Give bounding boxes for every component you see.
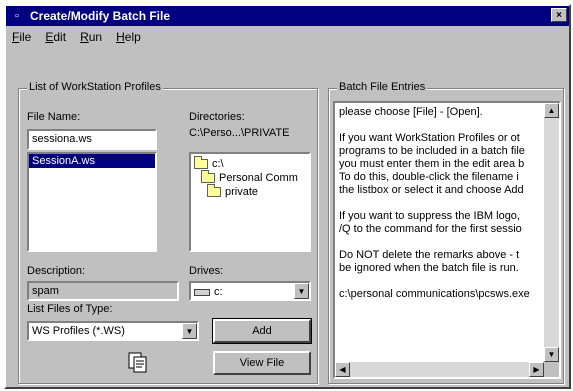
view-file-button[interactable]: View File (213, 351, 311, 375)
dir-item-private[interactable]: private (191, 184, 309, 199)
dir-item-personal[interactable]: Personal Comm (191, 170, 309, 185)
drives-dropdown[interactable]: c: ▼ (189, 281, 311, 301)
profiles-group-title: List of WorkStation Profiles (27, 81, 163, 93)
scroll-up-icon[interactable]: ▲ (544, 103, 559, 118)
scroll-left-icon[interactable]: ◀ (335, 362, 350, 377)
file-type-dropdown[interactable]: WS Profiles (*.WS) ▼ (27, 321, 199, 341)
batch-document-icon (128, 352, 147, 373)
directories-path: C:\Perso...\PRIVATE (189, 127, 290, 139)
entry-line (335, 119, 544, 132)
chevron-down-icon[interactable]: ▼ (182, 323, 197, 339)
open-folder-icon (207, 184, 221, 197)
dir-item-label: private (225, 186, 259, 198)
entry-line: the listbox or select it and choose Add (339, 184, 524, 196)
title-bar[interactable]: ▫ Create/Modify Batch File × (6, 6, 569, 26)
add-button[interactable]: Add (212, 318, 312, 344)
file-name-label: File Name: (27, 111, 81, 123)
drives-label: Drives: (189, 265, 224, 277)
file-type-label: List Files of Type: (27, 303, 113, 315)
description-value: spam (32, 285, 59, 297)
drive-selected: c: (191, 283, 309, 299)
entry-line (335, 275, 544, 288)
file-list[interactable]: SessionA.ws (27, 152, 157, 252)
file-name-value: sessiona.ws (32, 133, 92, 145)
description-field: spam (27, 281, 179, 301)
entry-line: you must enter them in the edit area b (339, 158, 525, 170)
entry-line: c:\personal communications\pcsws.exe (339, 288, 530, 300)
window-title: Create/Modify Batch File (30, 9, 171, 23)
drive-value: c: (214, 286, 223, 298)
entry-line: To do this, double-click the filename i (339, 171, 519, 183)
open-folder-icon (194, 156, 208, 169)
entry-line: If you want to suppress the IBM logo, (339, 210, 520, 222)
chevron-down-icon[interactable]: ▼ (294, 283, 309, 299)
dir-item-label: Personal Comm (219, 172, 298, 184)
hard-drive-icon (194, 288, 210, 296)
directories-label: Directories: (189, 111, 245, 123)
vertical-scrollbar[interactable]: ▲ ▼ (544, 103, 559, 362)
scrollbar-corner (544, 362, 559, 377)
profiles-group: List of WorkStation Profiles File Name: … (18, 81, 318, 384)
entry-line: If you want WorkStation Profiles or ot (339, 132, 520, 144)
batch-file-window: ▫ Create/Modify Batch File × File Edit R… (4, 4, 571, 389)
menu-run[interactable]: Run (80, 30, 102, 44)
batch-entries-editor[interactable]: please choose [File] - [Open]. If you wa… (333, 101, 561, 379)
batch-entries-group: Batch File Entries please choose [File] … (328, 81, 564, 384)
entry-line: /Q to the command for the first sessio (339, 223, 522, 235)
entry-line: programs to be included in a batch file (339, 145, 525, 157)
directory-tree[interactable]: c:\ Personal Comm private (189, 152, 311, 252)
batch-entries-text: please choose [File] - [Open]. If you wa… (335, 103, 544, 301)
file-name-input[interactable]: sessiona.ws (27, 129, 157, 150)
dir-item-root[interactable]: c:\ (191, 156, 309, 171)
file-list-item[interactable]: SessionA.ws (29, 154, 155, 168)
entry-line: be ignored when the batch file is run. (339, 262, 519, 274)
menu-bar: File Edit Run Help (6, 28, 569, 46)
system-menu-icon[interactable]: ▫ (8, 7, 26, 25)
menu-file[interactable]: File (12, 30, 31, 44)
file-type-value: WS Profiles (*.WS) (32, 325, 125, 337)
description-label: Description: (27, 265, 86, 277)
menu-edit[interactable]: Edit (45, 30, 66, 44)
dir-item-label: c:\ (212, 158, 224, 170)
horizontal-scrollbar[interactable]: ◀ ▶ (335, 362, 544, 377)
scroll-right-icon[interactable]: ▶ (529, 362, 544, 377)
entry-line: Do NOT delete the remarks above - t (339, 249, 520, 261)
open-folder-icon (201, 170, 215, 183)
entry-line (335, 197, 544, 210)
close-button[interactable]: × (551, 8, 567, 22)
menu-help[interactable]: Help (116, 30, 141, 44)
entry-line: please choose [File] - [Open]. (339, 106, 483, 118)
batch-entries-title: Batch File Entries (337, 81, 428, 93)
entry-line (335, 236, 544, 249)
scroll-down-icon[interactable]: ▼ (544, 347, 559, 362)
